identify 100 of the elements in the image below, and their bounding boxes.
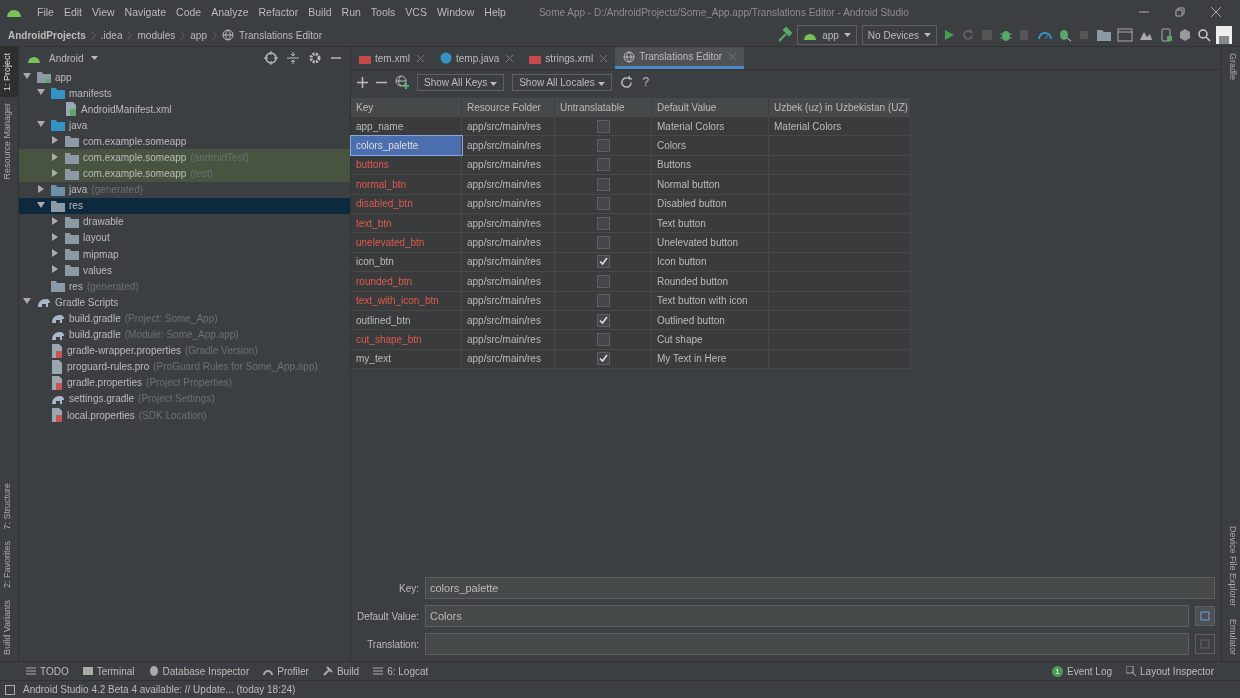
tree-item[interactable]: values bbox=[19, 262, 350, 279]
tool-window-button[interactable]: Layout Inspector bbox=[1126, 665, 1214, 677]
checkbox[interactable] bbox=[596, 158, 610, 172]
close-icon[interactable] bbox=[1210, 6, 1222, 18]
menu-item[interactable]: Run bbox=[336, 6, 366, 18]
tree-item[interactable]: java bbox=[19, 117, 350, 134]
collapsed-arrow-icon[interactable] bbox=[51, 168, 59, 177]
tree-item[interactable]: mipmap bbox=[19, 246, 350, 263]
tree-item[interactable]: layout bbox=[19, 229, 350, 247]
checkbox[interactable] bbox=[596, 313, 610, 327]
expanded-arrow-icon[interactable] bbox=[37, 120, 45, 129]
collapsed-arrow-icon[interactable] bbox=[51, 249, 59, 258]
key-cell[interactable]: outlined_btn bbox=[351, 310, 462, 330]
tool-window-tab[interactable]: Build Variants bbox=[0, 594, 18, 661]
collapsed-arrow-icon[interactable] bbox=[51, 265, 59, 274]
collapsed-arrow-icon[interactable] bbox=[37, 184, 45, 193]
tool-window-button[interactable]: TODO bbox=[26, 665, 69, 677]
breadcrumb[interactable]: Translations Editor bbox=[239, 29, 322, 41]
checkbox[interactable] bbox=[596, 197, 610, 211]
breadcrumb[interactable]: app bbox=[190, 29, 207, 41]
run-config-dropdown[interactable]: app bbox=[797, 25, 857, 45]
refresh-icon[interactable] bbox=[619, 75, 633, 89]
editor-tab[interactable]: tem.xml bbox=[351, 47, 432, 69]
checkbox[interactable] bbox=[596, 216, 610, 230]
hammer-icon[interactable] bbox=[776, 27, 793, 43]
tree-item[interactable]: manifests bbox=[19, 85, 350, 102]
event-log-button[interactable]: 1 Event Log bbox=[1052, 665, 1113, 677]
key-cell[interactable]: rounded_btn bbox=[351, 271, 462, 291]
editor-tab[interactable]: temp.java bbox=[432, 47, 522, 69]
checkbox[interactable] bbox=[596, 352, 610, 366]
key-cell[interactable]: cut_shape_btn bbox=[351, 329, 462, 350]
key-cell[interactable]: my_text bbox=[351, 349, 462, 369]
menu-item[interactable]: Tools bbox=[365, 6, 401, 18]
checkbox[interactable] bbox=[596, 139, 610, 153]
menu-item[interactable]: Refactor bbox=[253, 6, 304, 18]
tool-window-tab[interactable]: 1: Project bbox=[0, 47, 18, 98]
close-icon[interactable] bbox=[506, 54, 514, 62]
column-header[interactable]: Default Value bbox=[651, 98, 769, 117]
menu-item[interactable]: Build bbox=[303, 6, 337, 18]
key-cell[interactable]: text_with_icon_btn bbox=[351, 291, 462, 311]
tool-window-button[interactable]: Database Inspector bbox=[148, 665, 250, 677]
column-header[interactable]: Uzbek (uz) in Uzbekistan (UZ) bbox=[768, 98, 911, 117]
menu-item[interactable]: File bbox=[32, 6, 59, 18]
menu-item[interactable]: View bbox=[87, 6, 120, 18]
close-icon[interactable] bbox=[600, 54, 608, 62]
checkbox[interactable] bbox=[596, 274, 610, 288]
panel-icon[interactable] bbox=[5, 684, 15, 695]
checkbox[interactable] bbox=[596, 236, 610, 250]
folder-icon[interactable] bbox=[1096, 28, 1112, 42]
help-button[interactable]: ? bbox=[640, 75, 652, 89]
tool-window-tab[interactable]: Resource Manager bbox=[0, 97, 18, 186]
avatar-icon[interactable] bbox=[1216, 26, 1232, 44]
tree-item[interactable]: com.example.someapp bbox=[19, 133, 350, 150]
menu-item[interactable]: VCS bbox=[400, 6, 432, 18]
keys-filter-dropdown[interactable]: Show All Keys bbox=[417, 73, 505, 91]
editor-tab[interactable]: strings.xml bbox=[521, 47, 616, 69]
checkbox[interactable] bbox=[596, 333, 610, 346]
menu-item[interactable]: Code bbox=[171, 6, 207, 18]
restore-icon[interactable] bbox=[1174, 6, 1186, 18]
expanded-arrow-icon[interactable] bbox=[37, 200, 45, 209]
checkbox[interactable] bbox=[596, 119, 610, 133]
tool-window-button[interactable]: 6: Logcat bbox=[373, 665, 429, 677]
collapsed-arrow-icon[interactable] bbox=[51, 233, 59, 241]
tree-item[interactable]: AndroidManifest.xml bbox=[19, 101, 350, 118]
input-field[interactable] bbox=[425, 633, 1189, 655]
window-icon[interactable] bbox=[1117, 28, 1133, 42]
bug-icon[interactable] bbox=[999, 28, 1013, 42]
tree-item[interactable]: res bbox=[19, 197, 350, 214]
column-header[interactable]: Key bbox=[351, 98, 462, 117]
checkbox[interactable] bbox=[596, 294, 610, 308]
key-cell[interactable]: icon_btn bbox=[351, 252, 462, 272]
collapsed-arrow-icon[interactable] bbox=[51, 152, 59, 161]
project-view-dropdown[interactable]: Android bbox=[49, 52, 84, 64]
settings-icon[interactable] bbox=[308, 51, 322, 65]
tool-window-tab[interactable]: 7: Structure bbox=[0, 476, 18, 536]
editor-tab[interactable]: Translations Editor bbox=[615, 47, 745, 69]
tree-item[interactable]: drawable bbox=[19, 213, 350, 230]
column-header[interactable]: Untranslatable bbox=[554, 98, 652, 117]
tree-item[interactable]: app bbox=[19, 69, 350, 86]
tool-window-tab[interactable]: Emulator bbox=[1222, 613, 1240, 661]
expanded-arrow-icon[interactable] bbox=[37, 88, 45, 97]
add-locale-icon[interactable] bbox=[395, 75, 409, 89]
breadcrumb[interactable]: .idea bbox=[100, 29, 123, 41]
tool-window-tab[interactable]: Gradle bbox=[1222, 47, 1240, 86]
menu-item[interactable]: Edit bbox=[58, 6, 87, 18]
expanded-arrow-icon[interactable] bbox=[23, 72, 31, 81]
key-cell[interactable]: unelevated_btn bbox=[351, 232, 462, 253]
search-icon[interactable] bbox=[1197, 28, 1211, 42]
key-cell[interactable]: disabled_btn bbox=[351, 194, 462, 214]
collapsed-arrow-icon[interactable] bbox=[51, 216, 59, 225]
input-field[interactable]: Colors bbox=[425, 605, 1189, 627]
menu-item[interactable]: Analyze bbox=[206, 6, 254, 18]
key-cell[interactable]: buttons bbox=[351, 155, 462, 175]
tool-window-tab[interactable]: Device File Explorer bbox=[1222, 520, 1240, 613]
device-manager-icon[interactable] bbox=[1159, 28, 1173, 42]
checkbox[interactable] bbox=[596, 255, 610, 269]
checkbox[interactable] bbox=[596, 177, 610, 191]
tool-window-button[interactable]: Terminal bbox=[82, 665, 135, 677]
column-header[interactable]: Resource Folder bbox=[461, 98, 555, 117]
locales-filter-dropdown[interactable]: Show All Locales bbox=[512, 73, 612, 91]
